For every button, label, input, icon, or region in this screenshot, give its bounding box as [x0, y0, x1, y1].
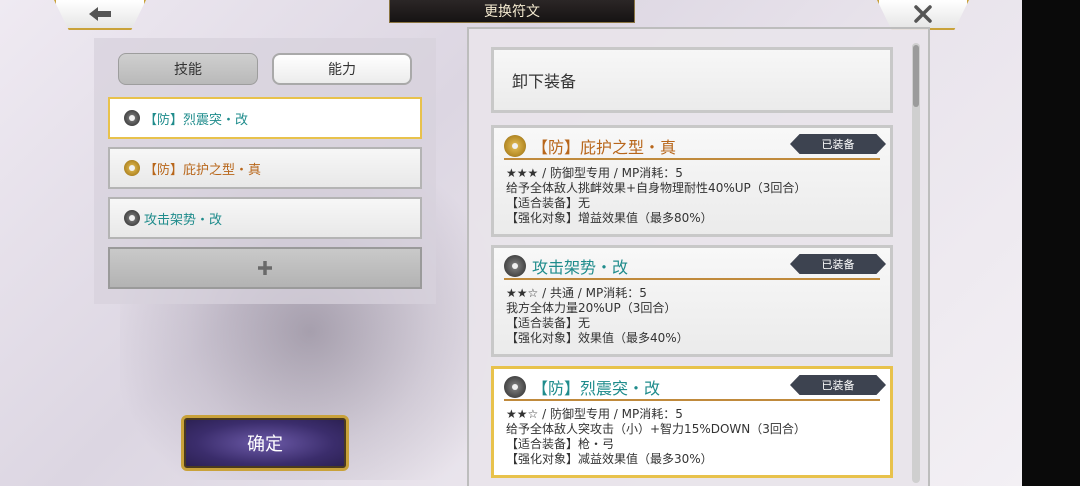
rune-card[interactable]: 【防】庇护之型・真 已装备 ★★★ / 防御型专用 / MP消耗：5 给予全体敌… [491, 125, 893, 237]
rune-enhance-target: 【强化对象】减益效果值（最多30%） [506, 452, 713, 466]
rune-card[interactable]: 攻击架势・改 已装备 ★★☆ / 共通 / MP消耗：5 我方全体力量20%UP… [491, 245, 893, 357]
equipped-rune-panel: 技能 能力 【防】烈震突・改 【防】庇护之型・真 攻击架势・改 [94, 38, 436, 304]
rune-enhance-target: 【强化对象】增益效果值（最多80%） [506, 211, 713, 225]
arrow-left-icon [89, 7, 111, 21]
add-rune-slot-button[interactable] [108, 247, 422, 289]
scrollbar-thumb[interactable] [913, 45, 919, 107]
equipped-badge: 已装备 [790, 254, 886, 274]
rune-card-details: ★★☆ / 防御型专用 / MP消耗：5 给予全体敌人突攻击（小）+智力15%D… [506, 407, 880, 467]
rune-meta: ★★☆ / 共通 / MP消耗：5 [506, 286, 647, 300]
rune-slot-2[interactable]: 【防】庇护之型・真 [108, 147, 422, 189]
rune-gray-icon [124, 210, 140, 226]
close-icon [914, 5, 932, 23]
rune-description: 我方全体力量20%UP（3回合） [506, 301, 677, 315]
rune-suitable-equipment: 【适合装备】无 [506, 316, 591, 330]
rune-enhance-target: 【强化对象】效果值（最多40%） [506, 331, 689, 345]
rune-meta: ★★☆ / 防御型专用 / MP消耗：5 [506, 407, 683, 421]
unequip-button[interactable]: 卸下装备 [491, 47, 893, 113]
rune-meta: ★★★ / 防御型专用 / MP消耗：5 [506, 166, 683, 180]
rune-list-panel: 卸下装备 【防】庇护之型・真 已装备 ★★★ / 防御型专用 / MP消耗：5 … [467, 27, 930, 486]
rune-card-title: 攻击架势・改 [532, 258, 629, 277]
rune-card-title: 【防】庇护之型・真 [532, 138, 677, 157]
rune-card-details: ★★★ / 防御型专用 / MP消耗：5 给予全体敌人挑衅效果+自身物理耐性40… [506, 166, 880, 226]
confirm-button[interactable]: 确定 [181, 415, 349, 471]
rune-card[interactable]: 【防】烈震突・改 已装备 ★★☆ / 防御型专用 / MP消耗：5 给予全体敌人… [491, 366, 893, 478]
rune-gray-icon [504, 376, 526, 398]
rune-slot-label: 【防】烈震突・改 [144, 112, 249, 128]
page-title: 更换符文 [389, 0, 635, 23]
rune-description: 给予全体敌人突攻击（小）+智力15%DOWN（3回合） [506, 422, 806, 436]
rune-gold-icon [504, 135, 526, 157]
rune-suitable-equipment: 【适合装备】无 [506, 196, 591, 210]
close-button[interactable] [877, 0, 969, 30]
screen-edge [1022, 0, 1080, 486]
rune-slot-3[interactable]: 攻击架势・改 [108, 197, 422, 239]
equipped-badge: 已装备 [790, 134, 886, 154]
rune-slot-label: 【防】庇护之型・真 [144, 162, 262, 178]
rune-suitable-equipment: 【适合装备】枪・弓 [506, 437, 615, 451]
rune-description: 给予全体敌人挑衅效果+自身物理耐性40%UP（3回合） [506, 181, 807, 195]
back-button[interactable] [54, 0, 146, 30]
rune-gray-icon [124, 110, 140, 126]
rune-card-title: 【防】烈震突・改 [532, 379, 661, 398]
plus-icon [258, 261, 272, 275]
rune-gray-icon [504, 255, 526, 277]
rune-slot-label: 攻击架势・改 [144, 212, 223, 228]
tab-ability[interactable]: 能力 [272, 53, 412, 85]
equipped-badge: 已装备 [790, 375, 886, 395]
rune-gold-icon [124, 160, 140, 176]
scrollbar-track[interactable] [912, 43, 920, 483]
tab-skill[interactable]: 技能 [118, 53, 258, 85]
rune-slot-1[interactable]: 【防】烈震突・改 [108, 97, 422, 139]
rune-card-details: ★★☆ / 共通 / MP消耗：5 我方全体力量20%UP（3回合） 【适合装备… [506, 286, 880, 346]
